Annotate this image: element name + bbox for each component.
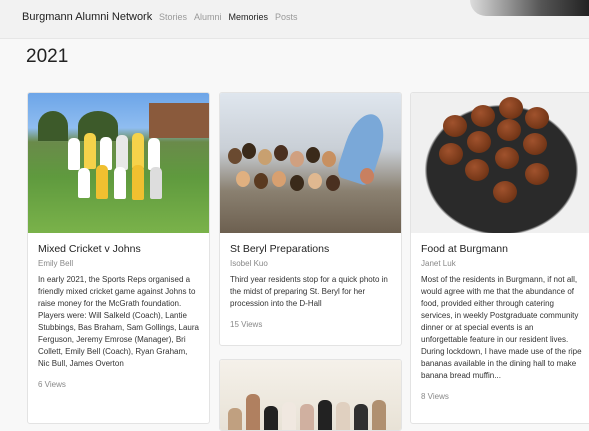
memory-card[interactable]: Food at Burgmann Janet Luk Most of the r…: [410, 92, 589, 424]
year-heading: 2021: [26, 46, 69, 67]
card-title[interactable]: Food at Burgmann: [421, 243, 582, 255]
card-author: Emily Bell: [38, 259, 74, 268]
card-image-group-photo[interactable]: [220, 93, 401, 233]
tree-shape: [38, 111, 68, 141]
nav-item-alumni[interactable]: Alumni: [194, 12, 222, 22]
card-views: 8 Views: [421, 392, 449, 401]
memory-card[interactable]: [219, 359, 402, 431]
card-views: 15 Views: [230, 320, 263, 329]
card-text: Third year residents stop for a quick ph…: [230, 275, 388, 308]
card-image-group-indoor[interactable]: [220, 360, 401, 430]
nav-item-memories[interactable]: Memories: [229, 12, 269, 22]
card-image-food[interactable]: [411, 93, 589, 233]
top-navbar: Burgmann Alumni Network Stories Alumni M…: [0, 0, 589, 39]
card-title[interactable]: Mixed Cricket v Johns: [38, 243, 199, 255]
card-author: Isobel Kuo: [230, 259, 268, 268]
card-text: Most of the residents in Burgmann, if no…: [421, 275, 582, 380]
building-shape: [149, 103, 209, 138]
site-brand[interactable]: Burgmann Alumni Network: [22, 11, 152, 23]
nav-item-stories[interactable]: Stories: [159, 12, 187, 22]
card-author: Janet Luk: [421, 259, 456, 268]
card-title[interactable]: St Beryl Preparations: [230, 243, 391, 255]
memory-card[interactable]: Mixed Cricket v Johns Emily Bell In earl…: [27, 92, 210, 424]
card-views: 6 Views: [38, 380, 66, 389]
header-decorative-image: [470, 0, 589, 16]
nav-item-posts[interactable]: Posts: [275, 12, 298, 22]
memory-card[interactable]: St Beryl Preparations Isobel Kuo Third y…: [219, 92, 402, 346]
card-image-cricket[interactable]: [28, 93, 209, 233]
card-text: In early 2021, the Sports Reps organised…: [38, 275, 199, 368]
main-nav: Stories Alumni Memories Posts: [159, 12, 298, 22]
